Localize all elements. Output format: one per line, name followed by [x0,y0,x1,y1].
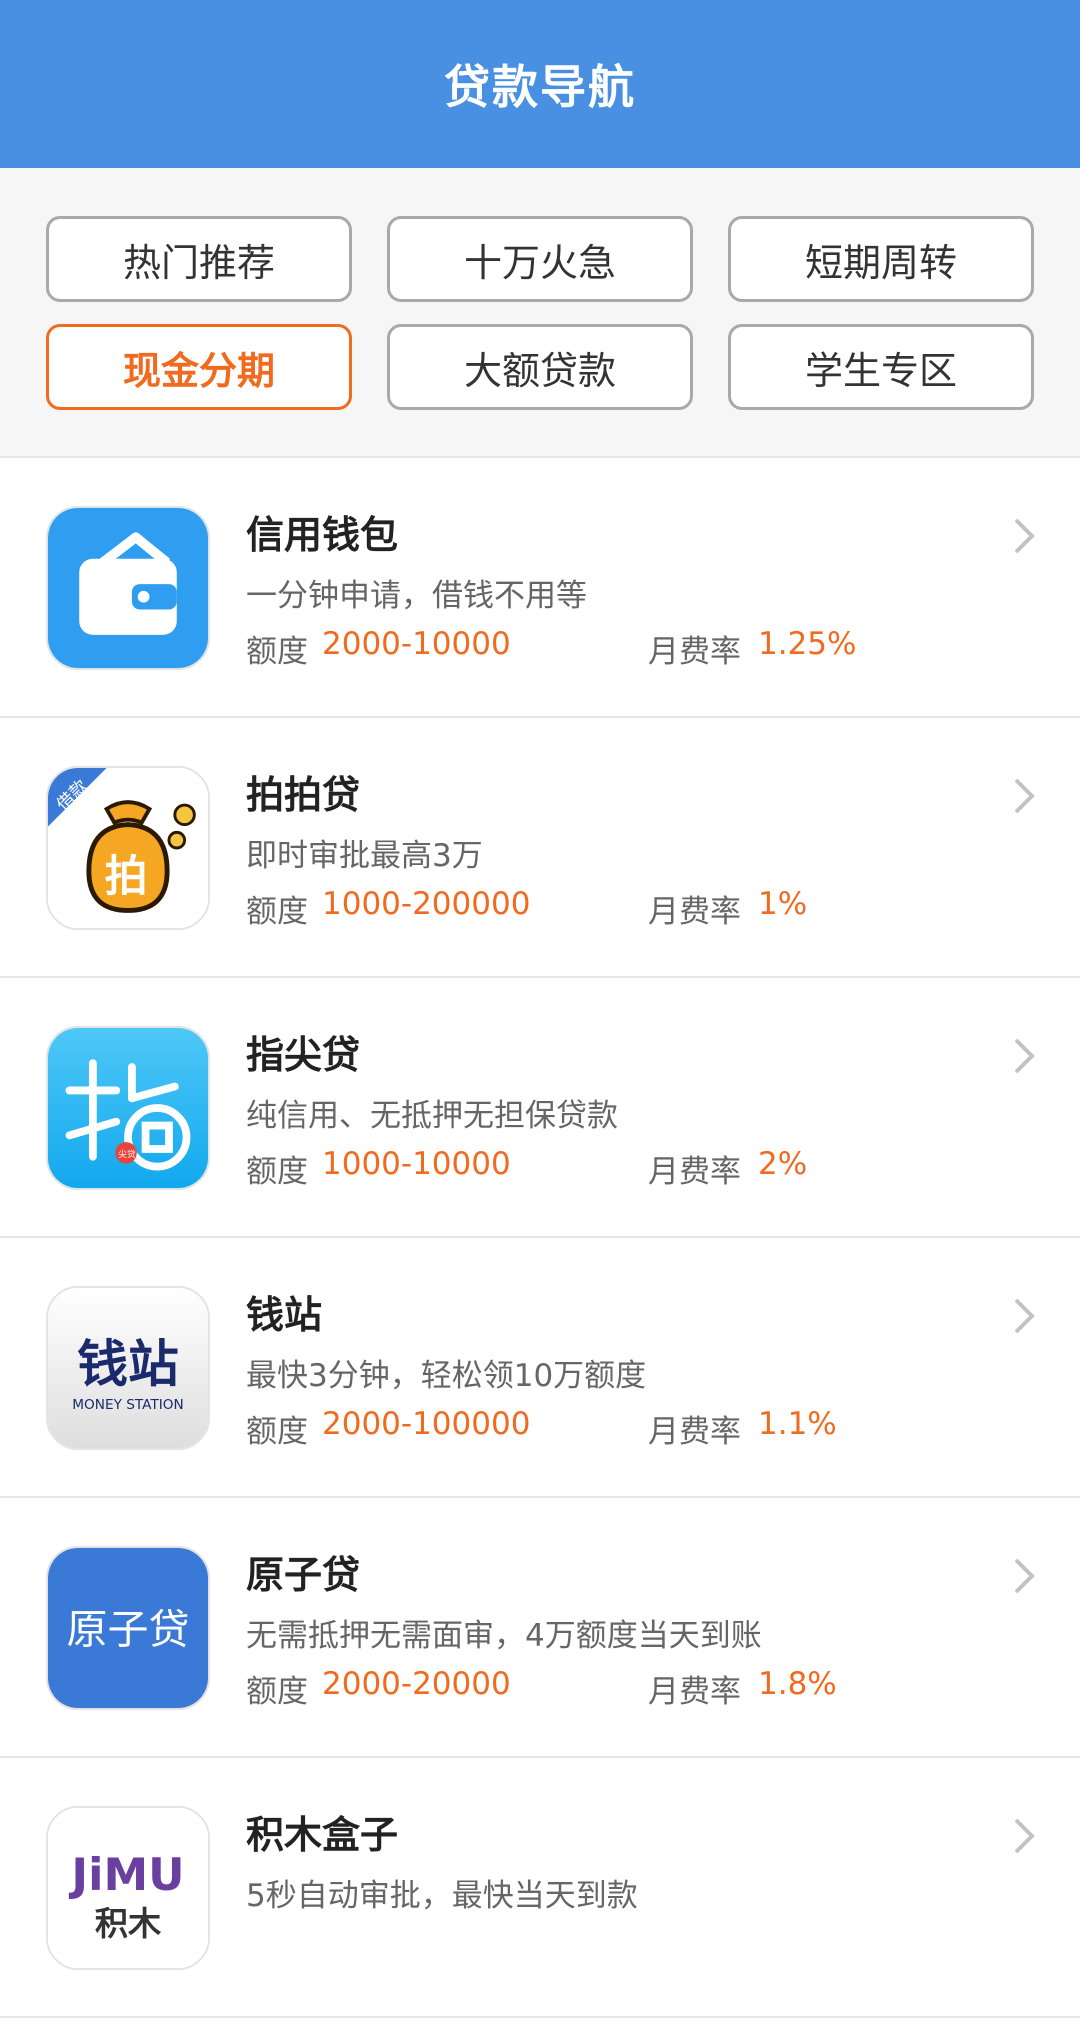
quota-value: 1000-200000 [322,886,531,922]
filter-student-button[interactable]: 学生专区 [728,324,1034,410]
svg-text:原子贷: 原子贷 [67,1606,190,1654]
page-title: 贷款导航 [444,60,636,114]
rate-value: 1.1% [758,1406,837,1442]
chevron-right-icon [1014,778,1035,814]
loan-list-item[interactable]: 原子贷 原子贷 无需抵押无需面审，4万额度当天到账 额度 2000-20000 … [0,1498,1080,1758]
svg-text:JiMU: JiMU [68,1848,184,1901]
jimu-box-app-icon: JiMU 积木 [46,1806,210,1970]
filter-cash-installment-button[interactable]: 现金分期 [46,324,352,410]
filter-label: 学生专区 [804,348,957,393]
rate-value: 1.25% [758,626,857,662]
loan-description: 一分钟申请，借钱不用等 [246,578,587,614]
rate-value: 1.8% [758,1666,837,1702]
loan-name: 指尖贷 [246,1033,361,1077]
chevron-right-icon [1014,518,1035,554]
loan-list-item[interactable]: 钱站 MONEY STATION 钱站 最快3分钟，轻松领10万额度 额度 20… [0,1238,1080,1498]
loan-list-item[interactable]: 借款 拍 拍拍贷 即时审批最高3万 额度 1000-200000 月费率 1% [0,718,1080,978]
wallet-app-icon [46,506,210,670]
quota-label: 额度 [246,1674,308,1710]
loan-description: 无需抵押无需面审，4万额度当天到账 [246,1618,762,1654]
filter-label: 大额贷款 [463,348,616,393]
loan-description: 最快3分钟，轻松领10万额度 [246,1358,647,1394]
loan-description: 纯信用、无抵押无担保贷款 [246,1098,618,1134]
filter-label: 十万火急 [463,240,616,285]
quota-label: 额度 [246,1414,308,1450]
svg-text:积木: 积木 [95,1904,162,1943]
loan-list: 信用钱包 一分钟申请，借钱不用等 额度 2000-10000 月费率 1.25%… [0,458,1080,2018]
rate-value: 2% [758,1146,808,1182]
rate-label: 月费率 [648,894,741,930]
loan-description: 5秒自动审批，最快当天到款 [246,1878,638,1914]
chevron-right-icon [1014,1038,1035,1074]
rate-value: 1% [758,886,808,922]
svg-text:拍: 拍 [105,852,148,902]
loan-name: 拍拍贷 [246,773,361,817]
money-station-app-icon: 钱站 MONEY STATION [46,1286,210,1450]
chevron-right-icon [1014,1558,1035,1594]
quota-value: 2000-100000 [322,1406,531,1442]
filter-label: 现金分期 [122,348,275,393]
rate-label: 月费率 [648,1414,741,1450]
fingertip-app-icon: 尖贷 [46,1026,210,1190]
filter-urgent-button[interactable]: 十万火急 [387,216,693,302]
loan-name: 积木盒子 [246,1813,399,1857]
loan-name: 钱站 [246,1293,323,1337]
quota-value: 2000-10000 [322,626,511,662]
filter-label: 短期周转 [804,240,957,285]
quota-label: 额度 [246,894,308,930]
quota-label: 额度 [246,634,308,670]
money-bag-app-icon: 借款 拍 [46,766,210,930]
filter-label: 热门推荐 [122,240,275,285]
filter-hot-recommend-button[interactable]: 热门推荐 [46,216,352,302]
filter-short-term-button[interactable]: 短期周转 [728,216,1034,302]
svg-text:钱站: 钱站 [77,1335,178,1394]
filter-large-loan-button[interactable]: 大额贷款 [387,324,693,410]
svg-text:尖贷: 尖贷 [118,1148,136,1160]
loan-name: 信用钱包 [246,513,399,557]
rate-label: 月费率 [648,1154,741,1190]
loan-list-item[interactable]: JiMU 积木 积木盒子 5秒自动审批，最快当天到款 [0,1758,1080,2018]
quota-value: 1000-10000 [322,1146,511,1182]
chevron-right-icon [1014,1298,1035,1334]
rate-label: 月费率 [648,1674,741,1710]
loan-name: 原子贷 [246,1553,361,1597]
quota-value: 2000-20000 [322,1666,511,1702]
quota-label: 额度 [246,1154,308,1190]
loan-list-item[interactable]: 信用钱包 一分钟申请，借钱不用等 额度 2000-10000 月费率 1.25% [0,458,1080,718]
category-filter-panel: 热门推荐 十万火急 短期周转 现金分期 大额贷款 学生专区 [0,168,1080,458]
loan-list-item[interactable]: 尖贷 指尖贷 纯信用、无抵押无担保贷款 额度 1000-10000 月费率 2% [0,978,1080,1238]
app-header: 贷款导航 [0,0,1080,168]
rate-label: 月费率 [648,634,741,670]
svg-text:MONEY STATION: MONEY STATION [72,1397,184,1413]
atom-loan-app-icon: 原子贷 [46,1546,210,1710]
chevron-right-icon [1014,1818,1035,1854]
loan-description: 即时审批最高3万 [246,838,483,874]
